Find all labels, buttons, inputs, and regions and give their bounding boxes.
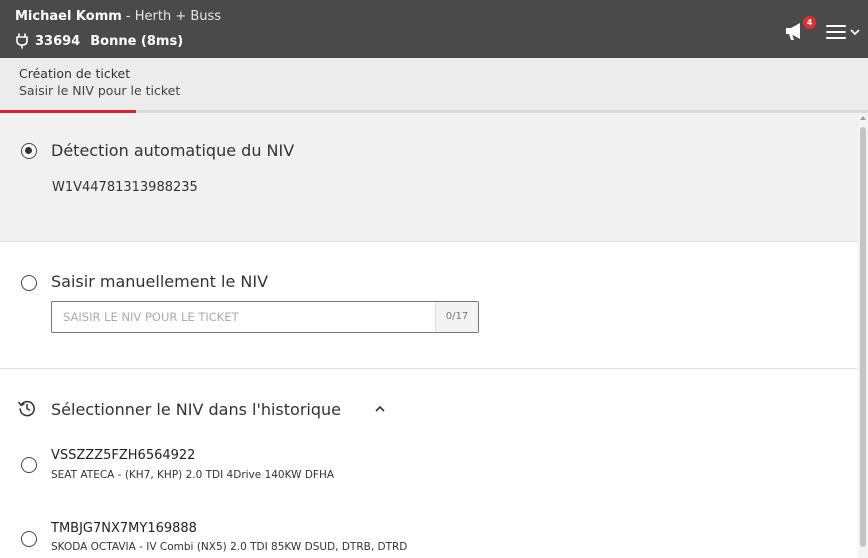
character-counter: 0/17 — [435, 302, 478, 332]
company-name: - Herth + Buss — [121, 9, 222, 24]
manual-entry-label[interactable]: Saisir manuellement le NIV — [51, 272, 268, 291]
vin-input[interactable] — [52, 302, 436, 332]
notifications-button[interactable]: 4 — [782, 16, 816, 46]
history-section-title[interactable]: Sélectionner le NIV dans l'historique — [51, 400, 341, 419]
scroll-up-arrow-icon[interactable] — [860, 116, 866, 120]
scrollbar[interactable] — [858, 113, 868, 558]
history-icon — [18, 400, 35, 417]
page-subtitle: Saisir le NIV pour le ticket — [19, 83, 181, 98]
page-title: Création de ticket — [19, 66, 131, 81]
chevron-up-icon[interactable] — [374, 404, 386, 414]
notification-count-badge: 4 — [803, 16, 816, 29]
radio-manual-entry[interactable] — [21, 275, 37, 291]
connection-status: 33694 Bonne (8ms) — [15, 33, 183, 49]
chevron-down-icon — [850, 29, 860, 36]
hamburger-menu-icon — [826, 25, 846, 39]
radio-history-item-2[interactable] — [21, 531, 37, 547]
plug-icon — [16, 33, 28, 49]
history-item-vin[interactable]: VSSZZZ5FZH6564922 — [51, 448, 195, 463]
user-name: Michael Komm — [15, 9, 122, 24]
connection-quality: Bonne (8ms) — [90, 33, 184, 49]
auto-detection-label[interactable]: Détection automatique du NIV — [51, 141, 294, 160]
history-item-vin[interactable]: TMBJG7NX7MY169888 — [51, 521, 197, 536]
main-menu-button[interactable] — [826, 24, 862, 42]
radio-auto-detection[interactable] — [21, 143, 37, 159]
scrollbar-thumb[interactable] — [860, 127, 866, 547]
detected-vin: W1V44781313988235 — [52, 180, 198, 195]
page-header: Création de ticket Saisir le NIV pour le… — [0, 58, 868, 110]
radio-history-item-1[interactable] — [21, 457, 37, 473]
vin-input-field: 0/17 — [51, 301, 479, 333]
top-bar: Michael Komm - Herth + Buss 33694 Bonne … — [0, 0, 868, 58]
auto-detection-section — [0, 113, 858, 242]
user-info: Michael Komm - Herth + Buss — [15, 9, 221, 24]
connection-id: 33694 — [35, 33, 81, 49]
history-item-description[interactable]: SKODA OCTAVIA - IV Combi (NX5) 2.0 TDI 8… — [51, 541, 407, 553]
history-item-description[interactable]: SEAT ATECA - (KH7, KHP) 2.0 TDI 4Drive 1… — [51, 469, 334, 481]
